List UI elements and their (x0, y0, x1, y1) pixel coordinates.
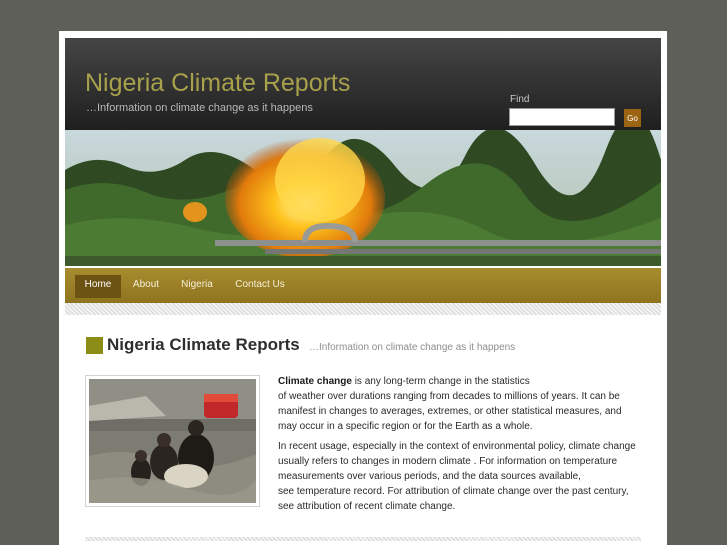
p1-line-3: manifest in changes to averages, extreme… (278, 406, 622, 417)
p2-line-5: see attribution of recent climate change… (278, 501, 456, 512)
nav-divider-stripe (65, 303, 661, 315)
site-header: Nigeria Climate Reports …Information on … (65, 38, 661, 130)
paragraph-1: Climate change is any long-term change i… (278, 374, 638, 434)
banner-picture (65, 130, 661, 266)
p2-line-3: measurements over various periods, and t… (278, 471, 581, 482)
p2-line-4: see temperature record. For attribution … (278, 486, 629, 497)
nav-item-about[interactable]: About (129, 275, 163, 298)
p2-line-1: In recent usage, especially in the conte… (278, 441, 636, 452)
page-subtitle: …Information on climate change as it hap… (309, 342, 516, 353)
article-text: Climate change is any long-term change i… (278, 374, 638, 519)
main-nav: Home About Nigeria Contact Us (65, 268, 661, 303)
p1-line-2: of weather over durations ranging from d… (278, 391, 620, 402)
search-label: Find (510, 94, 530, 105)
page-container: Nigeria Climate Reports …Information on … (59, 31, 667, 545)
page-title: Nigeria Climate Reports (107, 335, 300, 354)
term-climate-change: Climate change (278, 376, 352, 387)
search-input[interactable] (509, 108, 615, 126)
p1-line-4: may occur in a specific region or for th… (278, 421, 533, 432)
paragraph-2: In recent usage, especially in the conte… (278, 439, 638, 514)
flood-photo (85, 375, 260, 507)
flood-picture (86, 376, 259, 506)
site-tagline: …Information on climate change as it hap… (86, 102, 313, 114)
p1-line-1: is any long-term change in the statistic… (351, 376, 530, 387)
header-banner-image (65, 130, 661, 266)
content-divider-stripe (85, 537, 641, 541)
p2-line-2: usually refers to changes in modern clim… (278, 456, 618, 467)
search-go-button[interactable]: Go (624, 109, 641, 127)
site-title[interactable]: Nigeria Climate Reports (85, 69, 350, 98)
nav-item-nigeria[interactable]: Nigeria (177, 275, 217, 298)
nav-item-contact-us[interactable]: Contact Us (231, 275, 289, 298)
nav-item-home[interactable]: Home (75, 275, 121, 298)
title-square-icon (86, 337, 103, 354)
